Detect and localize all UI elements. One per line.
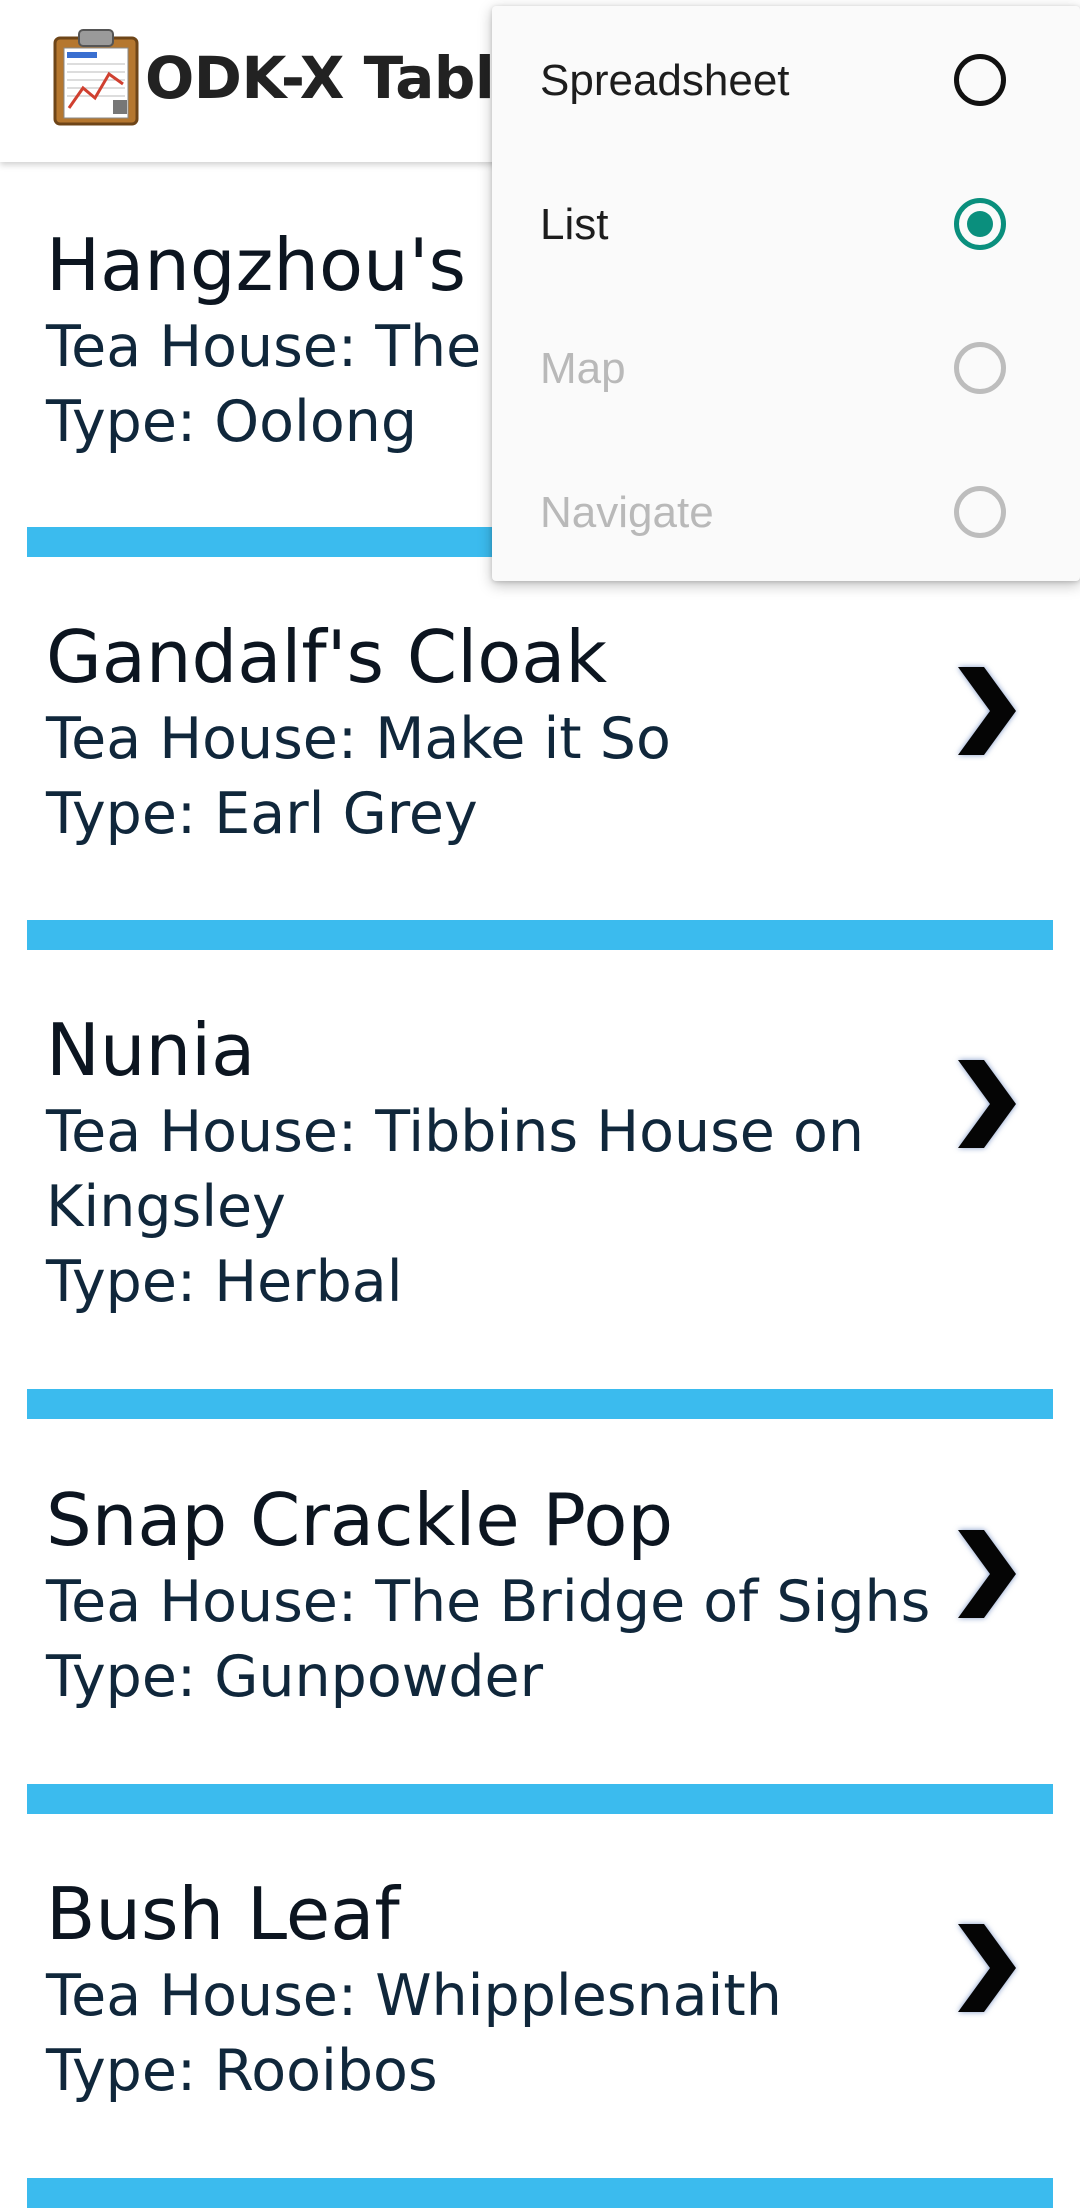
menu-item-label: List <box>540 200 609 249</box>
item-tea-house: Tea House: Tibbins House on <box>46 1099 864 1165</box>
item-name: Bush Leaf <box>46 1872 400 1956</box>
item-type: Type: Oolong <box>46 389 418 455</box>
item-tea-house: Tea House: Make it So <box>46 706 671 772</box>
menu-item-list[interactable]: List <box>492 156 1080 300</box>
item-type: Type: Rooibos <box>46 2038 438 2104</box>
item-tea-house: Tea House: The <box>46 314 482 380</box>
item-tea-house: Tea House: The Bridge of Sighs <box>46 1569 931 1635</box>
item-divider <box>27 2178 1053 2208</box>
radio-button-unchecked[interactable] <box>954 486 1006 538</box>
view-type-menu: Spreadsheet List Map Navigate <box>492 6 1080 581</box>
menu-item-navigate[interactable]: Navigate <box>492 444 1080 588</box>
menu-item-label: Spreadsheet <box>540 56 790 105</box>
radio-button-unchecked[interactable] <box>954 342 1006 394</box>
item-divider <box>27 920 1053 950</box>
menu-item-spreadsheet[interactable]: Spreadsheet <box>492 12 1080 156</box>
item-name: Snap Crackle Pop <box>46 1478 674 1562</box>
item-type: Type: Gunpowder <box>46 1644 544 1710</box>
radio-button-checked[interactable] <box>954 198 1006 250</box>
item-type: Type: Earl Grey <box>46 781 478 847</box>
clipboard-chart-icon[interactable] <box>51 28 141 128</box>
chevron-right-icon[interactable] <box>950 1524 1020 1624</box>
chevron-right-icon[interactable] <box>950 661 1020 761</box>
item-name: Nunia <box>46 1008 256 1092</box>
menu-item-label: Map <box>540 344 626 393</box>
item-name: Hangzhou's <box>46 223 467 307</box>
menu-item-map[interactable]: Map <box>492 300 1080 444</box>
chevron-right-icon[interactable] <box>950 1054 1020 1154</box>
chevron-right-icon[interactable] <box>950 1918 1020 2018</box>
menu-item-label: Navigate <box>540 488 714 537</box>
item-tea-house: Tea House: Whipplesnaith <box>46 1963 782 2029</box>
item-divider <box>27 1389 1053 1419</box>
item-type: Type: Herbal <box>46 1249 403 1315</box>
item-name: Gandalf's Cloak <box>46 615 608 699</box>
radio-button-unchecked[interactable] <box>954 54 1006 106</box>
item-divider <box>27 1784 1053 1814</box>
item-tea-house-continued: Kingsley <box>46 1174 286 1240</box>
